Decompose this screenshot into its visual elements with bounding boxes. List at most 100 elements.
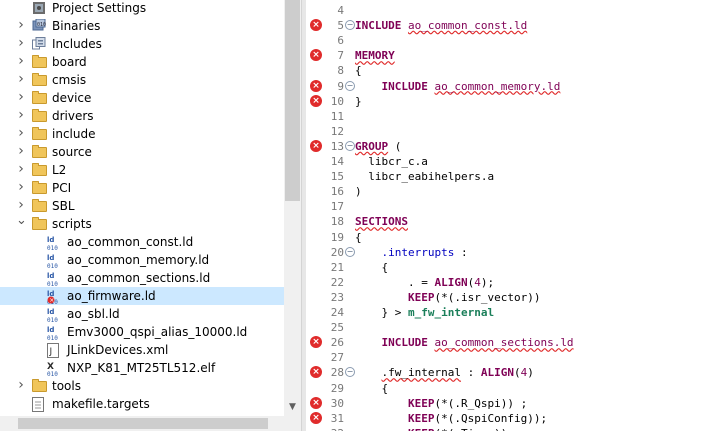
code-line[interactable]: 18 SECTIONS — [306, 214, 725, 229]
code-line[interactable]: 8{ — [306, 63, 725, 78]
line-number: 27 — [330, 351, 344, 365]
code-line[interactable]: 6 — [306, 33, 725, 48]
chevron-right-icon[interactable]: › — [16, 17, 26, 35]
code-line[interactable]: 27 — [306, 350, 725, 365]
tree-item-label: ao_common_sections.ld — [67, 271, 211, 285]
tree-item[interactable]: › cmsis — [0, 71, 284, 89]
folder-icon — [32, 73, 47, 86]
svg-text:ld: ld — [47, 272, 54, 280]
tree-item[interactable]: X 010 NXP_K81_MT25TL512.elf — [0, 359, 284, 378]
tree-item[interactable]: makefile.targets — [0, 395, 284, 413]
code-line[interactable]: 11 — [306, 109, 725, 124]
tree-item[interactable]: ld 010 ao_common_const.ld — [0, 233, 284, 252]
tree-item[interactable]: Project Settings — [0, 0, 284, 17]
folder-icon — [32, 127, 47, 140]
code-line[interactable]: × 30 KEEP(*(.R_Qspi)) ; — [306, 396, 725, 411]
tree-item[interactable]: ⌄ scripts — [0, 214, 284, 233]
tree-item[interactable]: › tools — [0, 377, 284, 395]
tree-item[interactable]: ld 010 ao_common_memory.ld — [0, 251, 284, 270]
fold-collapse-icon[interactable]: − — [345, 80, 355, 91]
tree-item[interactable]: J JLinkDevices.xml — [0, 341, 284, 359]
code-line[interactable]: 19 { — [306, 230, 725, 245]
svg-text:ld: ld — [47, 236, 54, 244]
fold-collapse-icon[interactable]: − — [345, 20, 355, 31]
tree-item[interactable]: › device — [0, 89, 284, 107]
svg-text:ld: ld — [47, 308, 54, 316]
code-line[interactable]: 22 . = ALIGN(4); — [306, 275, 725, 290]
tree-item[interactable]: ld 010 Emv3000_qspi_alias_10000.ld — [0, 323, 284, 342]
ld-file-icon: ld 010 — [47, 271, 63, 288]
error-marker-icon[interactable]: × — [310, 139, 322, 152]
code-line[interactable]: 25 — [306, 320, 725, 335]
code-line[interactable]: 20− .interrupts : — [306, 245, 725, 260]
chevron-right-icon[interactable]: › — [16, 53, 26, 71]
code-line[interactable]: 16) — [306, 184, 725, 199]
error-marker-icon[interactable]: × — [310, 396, 322, 409]
tree-item[interactable]: › Includes — [0, 35, 284, 53]
error-marker-icon[interactable]: × — [310, 19, 322, 32]
code-line[interactable]: × 7 MEMORY — [306, 48, 725, 63]
tree-item[interactable]: ld 010 ao_common_sections.ld — [0, 269, 284, 288]
chevron-right-icon[interactable]: › — [16, 71, 26, 89]
tree-item[interactable]: › PCI — [0, 179, 284, 197]
tree-item[interactable]: › include — [0, 125, 284, 143]
error-marker-icon[interactable]: × — [310, 336, 322, 349]
chevron-right-icon[interactable]: › — [16, 143, 26, 161]
error-marker-icon[interactable]: × — [310, 94, 322, 107]
code-line[interactable]: 24 } > m_fw_internal — [306, 305, 725, 320]
includes-icon — [32, 37, 48, 51]
code-line[interactable]: 14 libcr_c.a — [306, 154, 725, 169]
error-marker-icon[interactable]: × — [310, 49, 322, 62]
tree-item[interactable]: ld010×ao_firmware.ld — [0, 287, 284, 306]
scrollbar-thumb[interactable] — [285, 0, 300, 201]
chevron-right-icon[interactable]: › — [16, 35, 26, 53]
tree-item[interactable]: › board — [0, 53, 284, 71]
code-line[interactable]: × 13− GROUP ( — [306, 139, 725, 154]
code-line[interactable]: × 28− .fw_internal : ALIGN(4) — [306, 365, 725, 380]
chevron-right-icon[interactable]: › — [16, 377, 26, 395]
code-line[interactable]: × 10} — [306, 94, 725, 109]
error-marker-icon[interactable]: × — [310, 366, 322, 379]
code-text: KEEP(*(.R_Qspi)) ; — [407, 396, 528, 410]
code-line[interactable]: × 26 INCLUDE ao_common_sections.ld — [306, 335, 725, 350]
chevron-down-icon[interactable]: ⌄ — [16, 214, 27, 233]
tree-item[interactable]: › 010 Binaries — [0, 17, 284, 35]
chevron-right-icon[interactable]: › — [16, 89, 26, 107]
code-line[interactable]: 29 { — [306, 381, 725, 396]
line-number: 28 — [330, 366, 344, 380]
error-marker-icon[interactable]: × — [310, 79, 322, 92]
scroll-down-arrow-icon[interactable]: ▼ — [284, 399, 301, 416]
code-line[interactable]: 21 { — [306, 260, 725, 275]
chevron-right-icon[interactable]: › — [16, 179, 26, 197]
code-line[interactable]: 17 — [306, 199, 725, 214]
tree-item-label: device — [52, 91, 92, 105]
explorer-horizontal-scrollbar[interactable] — [0, 416, 301, 431]
code-line[interactable]: × 31 KEEP(*(.QspiConfig)); — [306, 411, 725, 426]
chevron-right-icon[interactable]: › — [16, 161, 26, 179]
code-line[interactable]: 12 — [306, 124, 725, 139]
code-line[interactable]: 4 — [306, 3, 725, 18]
code-line[interactable]: 32 KEEP(*(.Timer)); — [306, 426, 725, 431]
fold-collapse-icon[interactable]: − — [345, 140, 355, 151]
chevron-right-icon[interactable]: › — [16, 107, 26, 125]
error-marker-icon[interactable]: × — [310, 411, 322, 424]
code-text: { — [355, 260, 389, 274]
tree-item[interactable]: ld 010 ao_sbl.ld — [0, 305, 284, 324]
code-line[interactable]: × 5− INCLUDE ao_common_const.ld — [306, 18, 725, 33]
code-text: .fw_internal : ALIGN(4) — [381, 366, 534, 380]
tree-item[interactable]: › source — [0, 143, 284, 161]
hscrollbar-thumb[interactable] — [18, 418, 268, 429]
code-text: . = ALIGN(4); — [355, 275, 495, 289]
fold-collapse-icon[interactable]: − — [345, 246, 355, 257]
fold-collapse-icon[interactable]: − — [345, 367, 355, 378]
code-line[interactable]: × 9− INCLUDE ao_common_memory.ld — [306, 79, 725, 94]
code-line[interactable]: 15 libcr_eabihelpers.a — [306, 169, 725, 184]
explorer-vertical-scrollbar[interactable]: ▼ — [284, 0, 301, 416]
tree-item[interactable]: › SBL — [0, 197, 284, 215]
ld-file-icon: ld 010 — [47, 253, 63, 270]
tree-item[interactable]: › drivers — [0, 107, 284, 125]
code-editor[interactable]: 4 × 5− INCLUDE ao_common_const.ld 6 × 7 MEMORY 8… — [306, 0, 725, 431]
tree-item[interactable]: › L2 — [0, 161, 284, 179]
code-line[interactable]: 23 KEEP(*(.isr_vector)) — [306, 290, 725, 305]
chevron-right-icon[interactable]: › — [16, 125, 26, 143]
